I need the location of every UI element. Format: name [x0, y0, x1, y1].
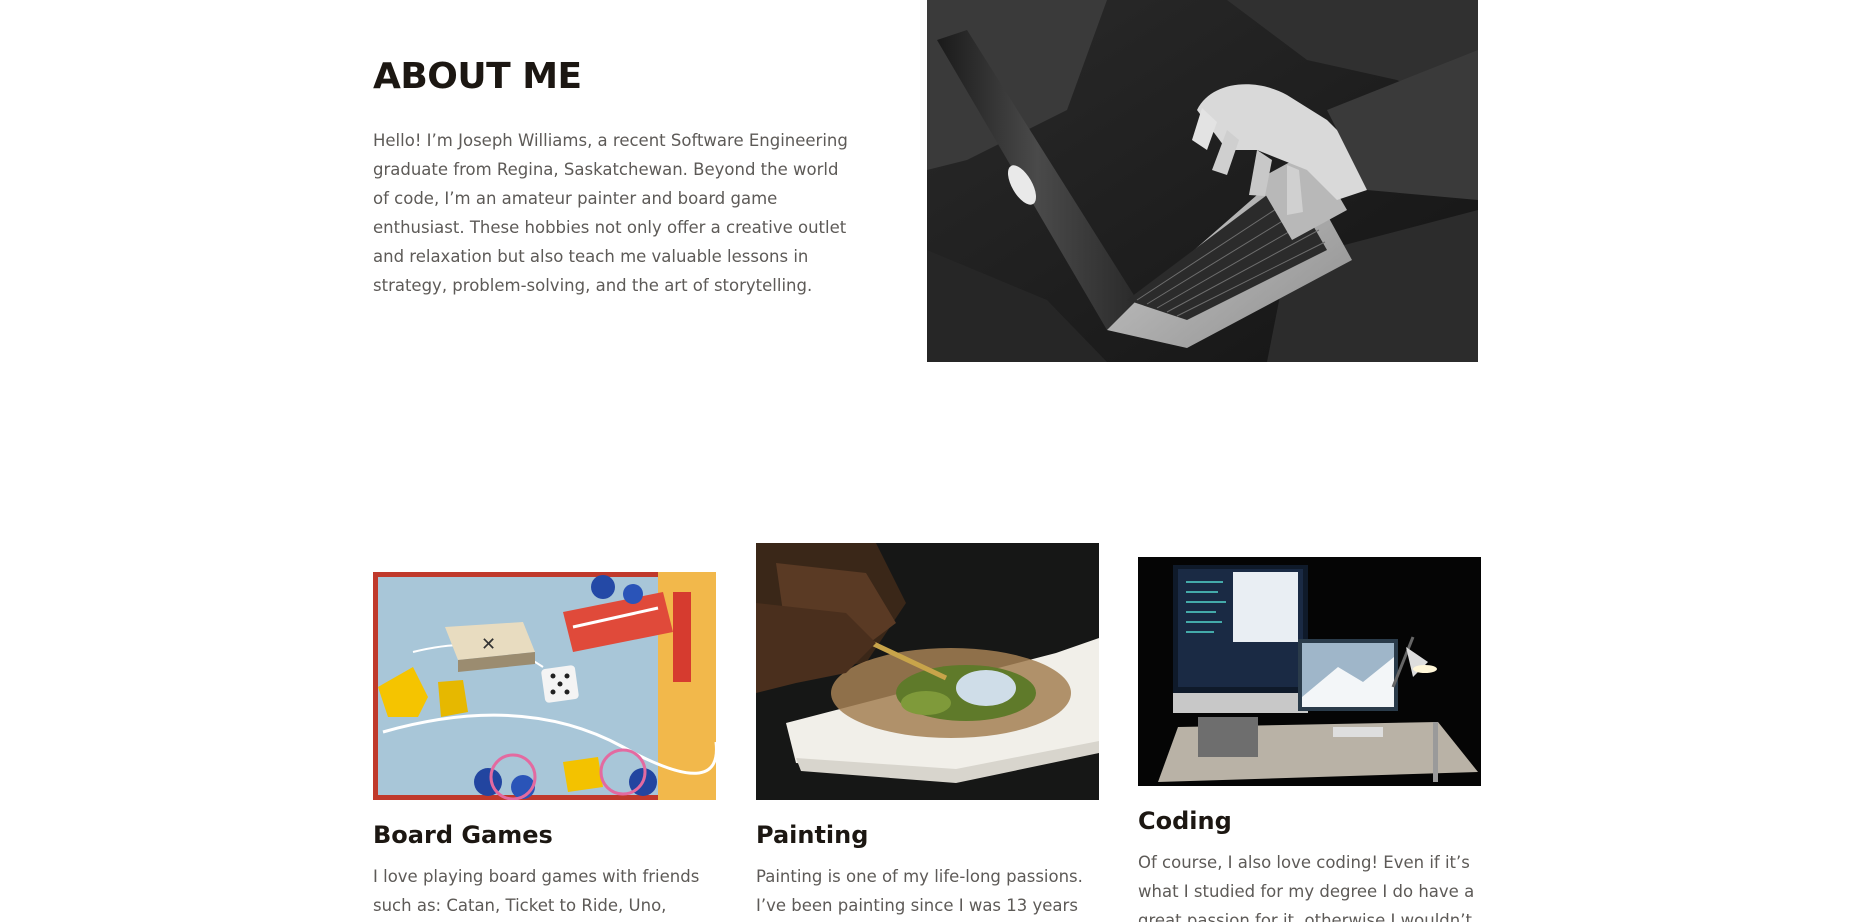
board-games-text: I love playing board games with friends … — [373, 867, 700, 915]
laptop-photo — [927, 0, 1478, 362]
painting-photo — [756, 543, 1099, 800]
painting-text: Painting is one of my life-long passions… — [756, 867, 1083, 915]
board-games-title: Board Games — [373, 821, 553, 849]
painting-title: Painting — [756, 821, 869, 849]
coding-title: Coding — [1138, 807, 1232, 835]
about-paragraph: Hello! I’m Joseph Williams, a recent Sof… — [373, 131, 848, 295]
board-games-photo: ✕ — [373, 572, 716, 800]
coding-text: Of course, I also love coding! Even if i… — [1138, 853, 1475, 922]
svg-text:✕: ✕ — [481, 634, 496, 655]
about-title: ABOUT ME — [373, 56, 582, 97]
page: ABOUT ME Hello! I’m Joseph Williams, a r… — [0, 0, 1851, 922]
coding-photo — [1138, 557, 1481, 786]
